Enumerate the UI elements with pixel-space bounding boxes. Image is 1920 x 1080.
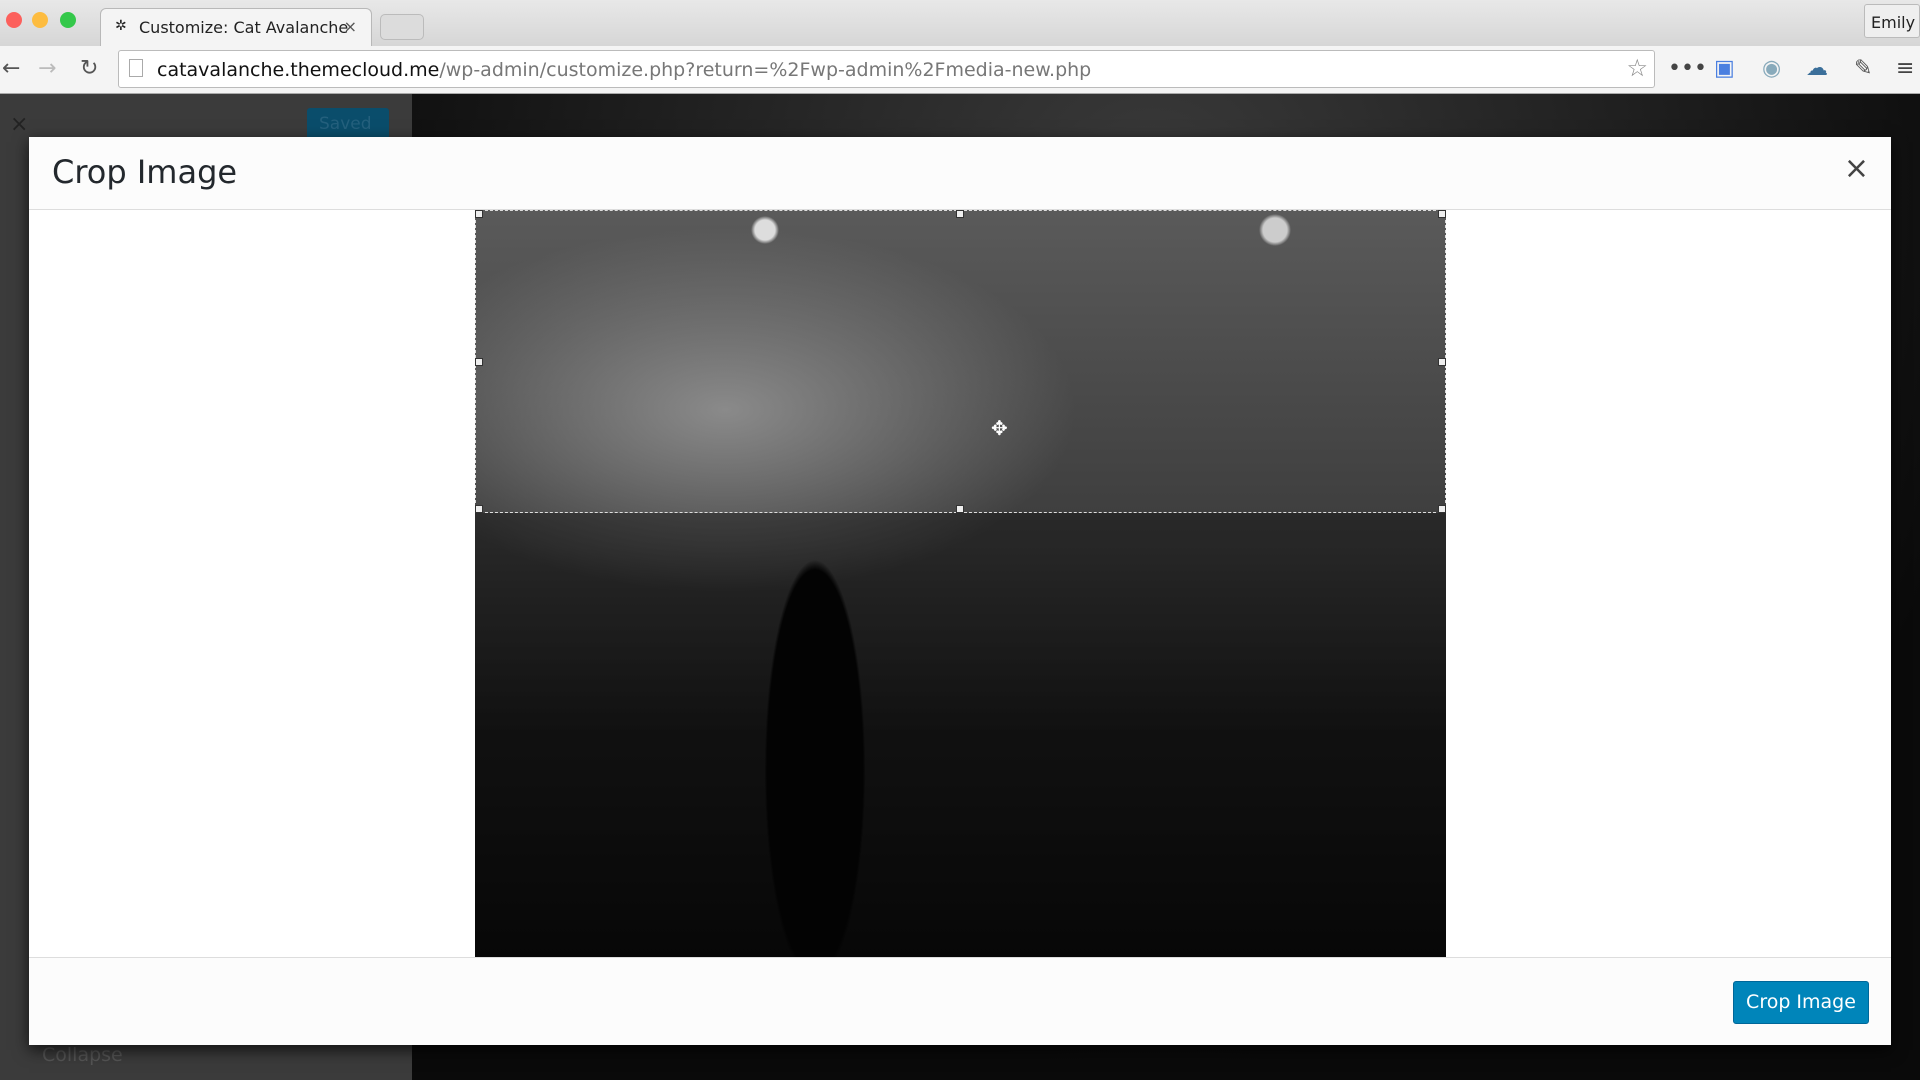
crop-handle-se[interactable] xyxy=(1438,505,1446,513)
cloud-icon[interactable]: ☁ xyxy=(1806,56,1828,81)
maximize-window-button[interactable] xyxy=(60,12,76,28)
crop-handle-sw[interactable] xyxy=(475,505,483,513)
favicon-icon: ✲ xyxy=(115,18,127,34)
crop-handle-w[interactable] xyxy=(475,358,483,366)
eyedropper-icon[interactable]: ✎ xyxy=(1854,56,1872,81)
crop-handle-e[interactable] xyxy=(1438,358,1446,366)
modal-header: Crop Image × xyxy=(29,137,1891,210)
page-icon xyxy=(129,59,143,77)
modal-title: Crop Image xyxy=(52,153,238,191)
browser-tab-bar: ✲ Customize: Cat Avalanche × Emily xyxy=(0,0,1920,46)
customizer-close-icon[interactable]: × xyxy=(10,112,28,137)
modal-footer: Crop Image xyxy=(29,957,1891,1045)
crop-image-preview[interactable]: ✥ xyxy=(475,210,1446,957)
reload-icon[interactable]: ↻ xyxy=(80,56,98,81)
more-icon[interactable]: ••• xyxy=(1668,56,1707,81)
forward-icon[interactable]: → xyxy=(38,56,56,81)
camera-icon[interactable]: ◉ xyxy=(1762,56,1781,81)
new-tab-button[interactable] xyxy=(380,14,424,40)
crop-handle-ne[interactable] xyxy=(1438,210,1446,218)
crop-selection[interactable] xyxy=(475,210,1446,513)
back-icon[interactable]: ← xyxy=(2,56,20,81)
url-path: /wp-admin/customize.php?return=%2Fwp-adm… xyxy=(439,59,1092,81)
browser-toolbar: ← → ↻ catavalanche.themecloud.me/wp-admi… xyxy=(0,46,1920,94)
browser-tab[interactable]: ✲ Customize: Cat Avalanche × xyxy=(100,8,372,46)
crop-image-button[interactable]: Crop Image xyxy=(1733,981,1869,1024)
crop-handle-s[interactable] xyxy=(956,505,964,513)
crop-handle-nw[interactable] xyxy=(475,210,483,218)
tab-title: Customize: Cat Avalanche xyxy=(139,18,349,37)
tab-close-icon[interactable]: × xyxy=(344,17,357,36)
close-window-button[interactable] xyxy=(6,12,22,28)
url-host: catavalanche.themecloud.me xyxy=(157,59,440,81)
collapse-button[interactable]: Collapse xyxy=(42,1044,123,1066)
profile-button[interactable]: Emily xyxy=(1864,4,1920,38)
address-bar[interactable]: catavalanche.themecloud.me/wp-admin/cust… xyxy=(118,50,1655,88)
crop-handle-n[interactable] xyxy=(956,210,964,218)
move-cursor-icon: ✥ xyxy=(991,416,1008,440)
translate-icon[interactable]: ▣ xyxy=(1714,56,1735,81)
close-icon[interactable]: × xyxy=(1844,151,1869,186)
crop-image-modal: Crop Image × ✥ Crop Image xyxy=(29,137,1891,1045)
saved-button[interactable]: Saved xyxy=(307,108,389,140)
star-icon[interactable]: ☆ xyxy=(1626,54,1648,82)
crop-outside-overlay xyxy=(475,513,1446,957)
menu-icon[interactable]: ≡ xyxy=(1896,56,1914,81)
minimize-window-button[interactable] xyxy=(32,12,48,28)
